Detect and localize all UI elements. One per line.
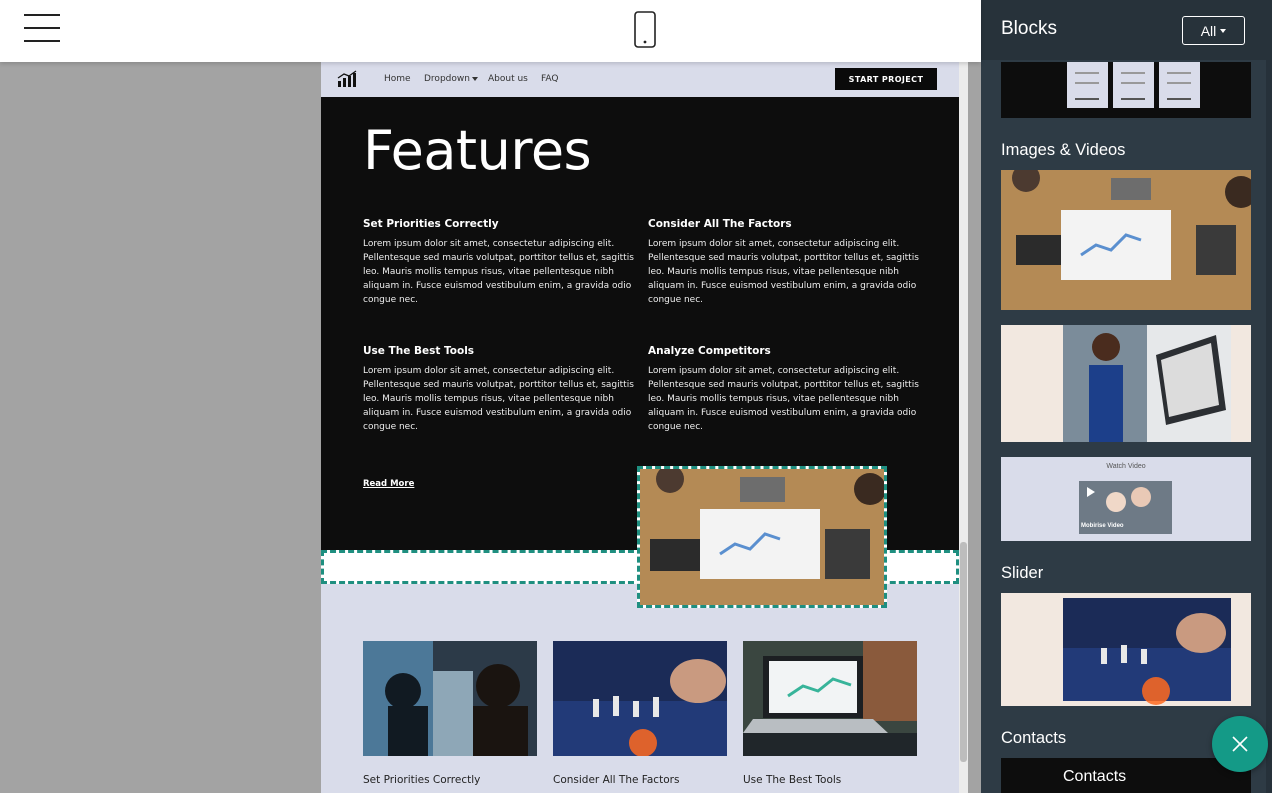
panel-title: Blocks (1001, 18, 1057, 39)
section-title-images-videos: Images & Videos (1001, 141, 1126, 159)
filter-dropdown-label: All (1200, 22, 1217, 39)
nav-dropdown-label: Dropdown (424, 74, 470, 84)
pricing-tables-thumbnail (1067, 62, 1200, 108)
image-card[interactable]: Set Priorities Correctly (363, 641, 537, 793)
close-icon (1232, 736, 1248, 752)
site-preview: Home Dropdown About us FAQ START PROJECT… (321, 62, 959, 793)
nav-link-home[interactable]: Home (384, 74, 411, 84)
feature-title: Set Priorities Correctly (363, 218, 499, 230)
block-thumb-image-full[interactable] (1001, 170, 1251, 310)
editor-toolbar (0, 0, 981, 62)
site-navbar: Home Dropdown About us FAQ START PROJECT (321, 62, 959, 97)
card-image (363, 641, 537, 756)
office-meeting-image (640, 465, 886, 605)
blocks-panel: Images & Videos Watch Video Mobirise Vid… (981, 0, 1272, 793)
card-label: Set Priorities Correctly (363, 774, 481, 786)
caret-down-icon (1220, 28, 1227, 33)
feature-item: Use The Best Tools Lorem ipsum dolor sit… (363, 345, 635, 434)
start-project-button[interactable]: START PROJECT (835, 68, 937, 90)
feature-text: Lorem ipsum dolor sit amet, consectetur … (648, 366, 919, 432)
image-card[interactable]: Consider All The Factors (553, 641, 727, 793)
feature-item: Analyze Competitors Lorem ipsum dolor si… (648, 345, 920, 434)
mobile-phone-icon[interactable] (634, 11, 656, 48)
block-thumb-image-pair[interactable] (1001, 325, 1251, 442)
panel-scrollbar[interactable] (1266, 60, 1272, 793)
hamburger-icon[interactable] (24, 14, 60, 42)
nav-link-dropdown[interactable]: Dropdown (424, 74, 478, 84)
filter-dropdown[interactable]: All (1182, 16, 1245, 45)
section-title-slider: Slider (1001, 564, 1044, 582)
canvas-scrollbar-thumb[interactable] (960, 542, 967, 762)
chess-slider-thumbnail (1063, 598, 1231, 705)
card-image (553, 641, 727, 757)
nav-link-faq[interactable]: FAQ (541, 74, 558, 84)
card-label: Consider All The Factors (553, 774, 680, 786)
block-thumb-pricing[interactable] (1001, 62, 1251, 118)
video-thumb-caption: Mobirise Video (1081, 523, 1124, 529)
feature-title: Analyze Competitors (648, 345, 771, 357)
card-image (743, 641, 917, 756)
section-title-contacts: Contacts (1001, 729, 1067, 747)
video-thumb-title: Watch Video (1106, 463, 1146, 470)
image-card[interactable]: Use The Best Tools (743, 641, 917, 793)
block-thumb-video[interactable]: Watch Video Mobirise Video (1001, 457, 1251, 541)
chart-logo-icon[interactable] (337, 70, 357, 88)
feature-item: Set Priorities Correctly Lorem ipsum dol… (363, 218, 635, 307)
panel-header: Blocks All (981, 0, 1272, 60)
feature-text: Lorem ipsum dolor sit amet, consectetur … (363, 366, 634, 432)
caret-down-icon (471, 76, 478, 81)
contacts-thumb-label: Contacts (1063, 768, 1127, 785)
card-label: Use The Best Tools (743, 774, 842, 786)
feature-text: Lorem ipsum dolor sit amet, consectetur … (363, 239, 634, 305)
feature-text: Lorem ipsum dolor sit amet, consectetur … (648, 239, 919, 305)
nav-link-about[interactable]: About us (488, 74, 528, 84)
close-button[interactable] (1212, 716, 1268, 772)
feature-title: Consider All The Factors (648, 218, 792, 230)
read-more-link[interactable]: Read More (363, 479, 414, 489)
dragged-block-preview[interactable] (637, 465, 887, 608)
canvas-scrollbar[interactable] (959, 62, 968, 793)
features-title: Features (363, 119, 592, 182)
block-thumb-slider[interactable] (1001, 593, 1251, 706)
feature-title: Use The Best Tools (363, 345, 475, 357)
portrait-laptop-thumbnail (1063, 325, 1231, 442)
feature-item: Consider All The Factors Lorem ipsum dol… (648, 218, 920, 307)
office-meeting-thumbnail (1001, 170, 1251, 310)
block-thumb-contacts[interactable]: Contacts (1001, 758, 1251, 793)
